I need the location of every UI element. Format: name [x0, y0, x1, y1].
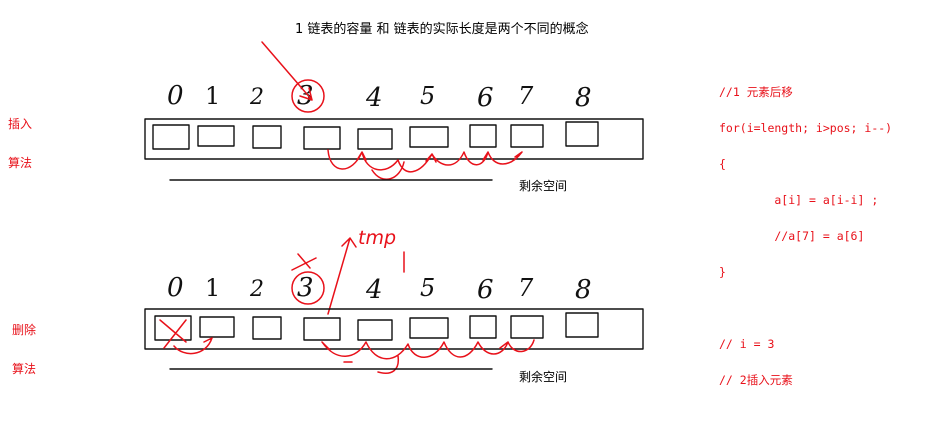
insert-digit-8: 8	[575, 83, 592, 113]
insert-cell-5	[409, 126, 449, 148]
delete-shift-arrows	[159, 319, 535, 374]
insert-cell-2	[252, 125, 282, 149]
insert-digit-7: 7	[518, 82, 534, 110]
insert-label-line-2: 算法	[8, 156, 33, 170]
insert-digit-4: 4	[365, 83, 383, 113]
insert-digit-2: 2	[249, 85, 264, 110]
delete-cell-4	[357, 319, 393, 341]
insert-digit-1: 1	[205, 82, 220, 110]
delete-array-outline	[144, 308, 644, 350]
code-line-9: // 2插入元素	[719, 373, 793, 387]
delete-tmp-note: tmp	[358, 227, 396, 249]
delete-digit-8: 8	[575, 275, 592, 305]
code-line-5: //a[7] = a[6]	[719, 229, 865, 243]
delete-digit-4: 4	[365, 275, 383, 305]
insert-digit-5: 5	[420, 82, 435, 110]
diagram-heading: 1 链表的容量 和 链表的实际长度是两个不同的概念	[295, 22, 589, 37]
delete-algorithm-label: 删除 算法	[12, 298, 36, 389]
insert-shift-arrows	[327, 149, 523, 180]
code-line-2: for(i=length; i>pos; i--)	[719, 121, 893, 135]
delete-digit-0: 0	[167, 273, 184, 303]
insert-diagram: 0 1 2 3 4 5 6 7 8	[144, 41, 644, 181]
delete-cell-5	[409, 317, 449, 339]
delete-diagram: tmp 0 1 2 3 4 5 6 7 8	[144, 227, 644, 374]
insert-cell-1	[197, 125, 235, 147]
delete-cell-6	[469, 315, 497, 339]
insert-cell-6	[469, 124, 497, 148]
insert-cell-3	[303, 126, 341, 150]
insert-cell-7	[510, 124, 544, 148]
insert-cell-4	[357, 128, 393, 150]
insert-cell-0	[152, 124, 190, 150]
code-annotation: //1 元素后移 for(i=length; i>pos; i--) { a[i…	[719, 62, 892, 398]
insert-cell-8	[565, 121, 599, 147]
code-line-1: //1 元素后移	[719, 85, 793, 99]
delete-label-line-1: 删除	[12, 323, 37, 337]
insert-pointer-arrow	[261, 41, 313, 101]
delete-cell-1	[199, 316, 235, 338]
code-line-3: {	[719, 157, 726, 171]
code-line-6: }	[719, 265, 726, 279]
delete-digit-6: 6	[477, 275, 494, 305]
delete-cell-7	[510, 315, 544, 339]
delete-remaining-space: 剩余空间	[519, 369, 567, 384]
insert-digit-6: 6	[477, 83, 494, 113]
insert-label-line-1: 插入	[8, 117, 33, 131]
delete-cell-8	[565, 312, 599, 338]
delete-digit-1: 1	[205, 274, 220, 302]
code-line-4: a[i] = a[i-i] ;	[719, 193, 879, 207]
delete-digit-3: 3	[297, 273, 314, 303]
delete-digit-2: 2	[249, 277, 264, 302]
delete-digit-7: 7	[518, 274, 534, 302]
insert-remaining-space: 剩余空间	[519, 178, 567, 193]
code-line-8: // i = 3	[719, 337, 775, 351]
delete-digit-5: 5	[420, 274, 435, 302]
delete-cell-3	[303, 317, 341, 341]
delete-cell-2	[252, 316, 282, 340]
delete-label-line-2: 算法	[12, 362, 37, 376]
insert-array-outline	[144, 118, 644, 160]
insert-algorithm-label: 插入 算法	[8, 92, 32, 183]
insert-digit-0: 0	[167, 81, 184, 111]
